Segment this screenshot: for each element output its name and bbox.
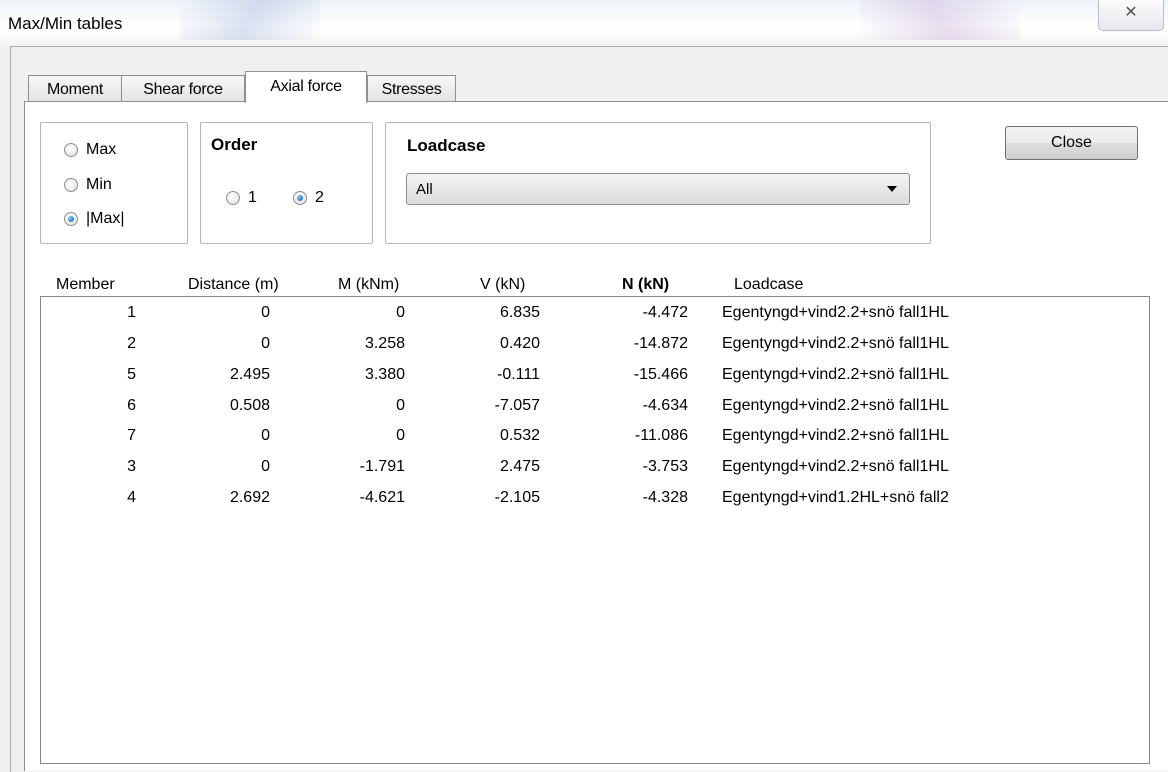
title-glow-right xyxy=(860,0,1020,40)
chevron-down-icon xyxy=(887,186,897,192)
column-header-axial[interactable]: N (kN) xyxy=(622,276,669,294)
column-header-member[interactable]: Member xyxy=(56,276,115,294)
cell-shear: 0.420 xyxy=(499,335,540,352)
column-header-distance[interactable]: Distance (m) xyxy=(188,276,279,294)
cell-shear: -7.057 xyxy=(494,397,540,414)
cell-moment: 0 xyxy=(396,397,405,414)
cell-moment: 0 xyxy=(396,304,405,321)
close-button[interactable]: Close xyxy=(1005,126,1138,160)
loadcase-title: Loadcase xyxy=(407,136,486,155)
title-bar xyxy=(0,0,1168,46)
cell-member: 6 xyxy=(127,397,136,414)
window-close-button[interactable]: ✕ xyxy=(1098,0,1164,31)
radio-order-1-label: 1 xyxy=(248,189,257,206)
cell-axial: -4.472 xyxy=(642,304,688,321)
cell-loadcase: Egentyngd+vind1.2HL+snö fall2 xyxy=(722,489,949,506)
cell-distance: 2.692 xyxy=(229,489,270,506)
cell-distance: 0 xyxy=(261,335,270,352)
radio-max-indicator[interactable] xyxy=(64,143,78,157)
radio-order-2-label: 2 xyxy=(315,189,324,206)
cell-member: 2 xyxy=(127,335,136,352)
cell-member: 7 xyxy=(127,427,136,444)
cell-distance: 2.495 xyxy=(229,366,270,383)
cell-axial: -14.872 xyxy=(633,335,688,352)
cell-loadcase: Egentyngd+vind2.2+snö fall1HL xyxy=(722,366,949,383)
radio-order-1-indicator[interactable] xyxy=(226,191,240,205)
cell-moment: 3.380 xyxy=(364,366,405,383)
cell-shear: -2.105 xyxy=(494,489,540,506)
tab-moment[interactable]: Moment xyxy=(28,75,122,102)
cell-member: 3 xyxy=(127,458,136,475)
loadcase-dropdown[interactable]: All xyxy=(406,173,910,205)
cell-distance: 0.508 xyxy=(229,397,270,414)
cell-member: 4 xyxy=(127,489,136,506)
cell-shear: 6.835 xyxy=(499,304,540,321)
column-header-loadcase[interactable]: Loadcase xyxy=(734,276,803,294)
cell-distance: 0 xyxy=(261,304,270,321)
radio-min[interactable]: Min xyxy=(64,176,112,194)
title-glow-left xyxy=(180,0,320,40)
cell-loadcase: Egentyngd+vind2.2+snö fall1HL xyxy=(722,458,949,475)
cell-axial: -15.466 xyxy=(633,366,688,383)
cell-axial: -4.328 xyxy=(642,489,688,506)
order-title: Order xyxy=(211,135,258,154)
cell-loadcase: Egentyngd+vind2.2+snö fall1HL xyxy=(722,427,949,444)
cell-moment: -1.791 xyxy=(359,458,405,475)
radio-order-2-indicator[interactable] xyxy=(293,191,307,205)
cell-moment: 0 xyxy=(396,427,405,444)
cell-shear: 2.475 xyxy=(499,458,540,475)
column-header-shear[interactable]: V (kN) xyxy=(480,276,525,294)
cell-member: 1 xyxy=(127,304,136,321)
cell-distance: 0 xyxy=(261,458,270,475)
cell-axial: -4.634 xyxy=(642,397,688,414)
cell-axial: -3.753 xyxy=(642,458,688,475)
tab-axial-force[interactable]: Axial force xyxy=(245,71,367,103)
radio-max[interactable]: Max xyxy=(64,141,116,159)
cell-distance: 0 xyxy=(261,427,270,444)
radio-abs-max-label: |Max| xyxy=(86,210,125,227)
radio-max-label: Max xyxy=(86,141,117,158)
window-title: Max/Min tables xyxy=(8,14,123,33)
cell-loadcase: Egentyngd+vind2.2+snö fall1HL xyxy=(722,335,949,352)
loadcase-dropdown-value: All xyxy=(416,181,433,198)
cell-axial: -11.086 xyxy=(634,427,688,444)
tab-shear-force[interactable]: Shear force xyxy=(121,75,245,102)
column-header-moment[interactable]: M (kNm) xyxy=(338,276,399,294)
cell-loadcase: Egentyngd+vind2.2+snö fall1HL xyxy=(722,397,949,414)
radio-order-2[interactable]: 2 xyxy=(293,189,324,207)
cell-moment: 3.258 xyxy=(364,335,405,352)
cell-moment: -4.621 xyxy=(359,489,405,506)
tab-stresses[interactable]: Stresses xyxy=(367,75,456,102)
close-icon: ✕ xyxy=(1124,4,1138,21)
cell-shear: -0.111 xyxy=(497,366,540,383)
radio-order-1[interactable]: 1 xyxy=(226,189,257,207)
cell-loadcase: Egentyngd+vind2.2+snö fall1HL xyxy=(722,304,949,321)
radio-abs-max[interactable]: |Max| xyxy=(64,210,125,228)
cell-member: 5 xyxy=(127,366,136,383)
radio-abs-max-indicator[interactable] xyxy=(64,212,78,226)
cell-shear: 0.532 xyxy=(499,427,540,444)
radio-min-indicator[interactable] xyxy=(64,178,78,192)
radio-min-label: Min xyxy=(86,176,112,193)
